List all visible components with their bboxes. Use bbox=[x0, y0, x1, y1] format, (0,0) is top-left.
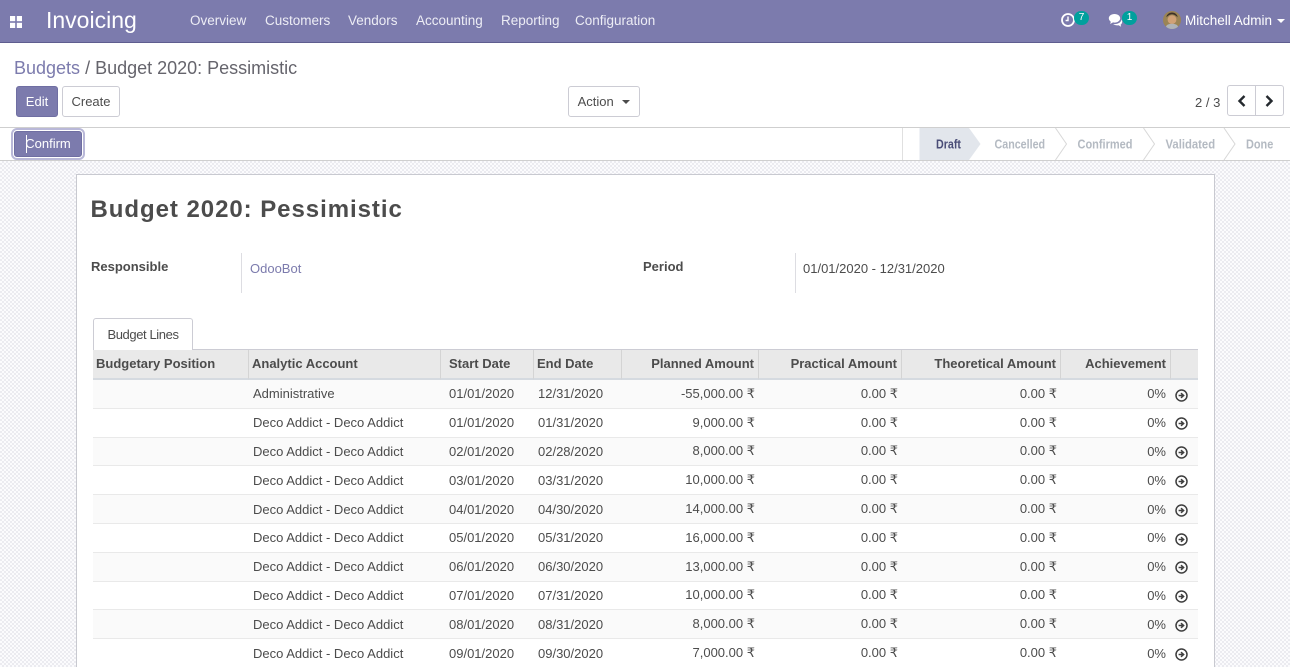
svg-text:Done: Done bbox=[1246, 138, 1273, 152]
svg-text:Confirmed: Confirmed bbox=[1078, 138, 1133, 152]
svg-text:Draft: Draft bbox=[936, 138, 962, 152]
svg-text:Cancelled: Cancelled bbox=[995, 138, 1046, 152]
svg-text:Validated: Validated bbox=[1166, 138, 1216, 152]
